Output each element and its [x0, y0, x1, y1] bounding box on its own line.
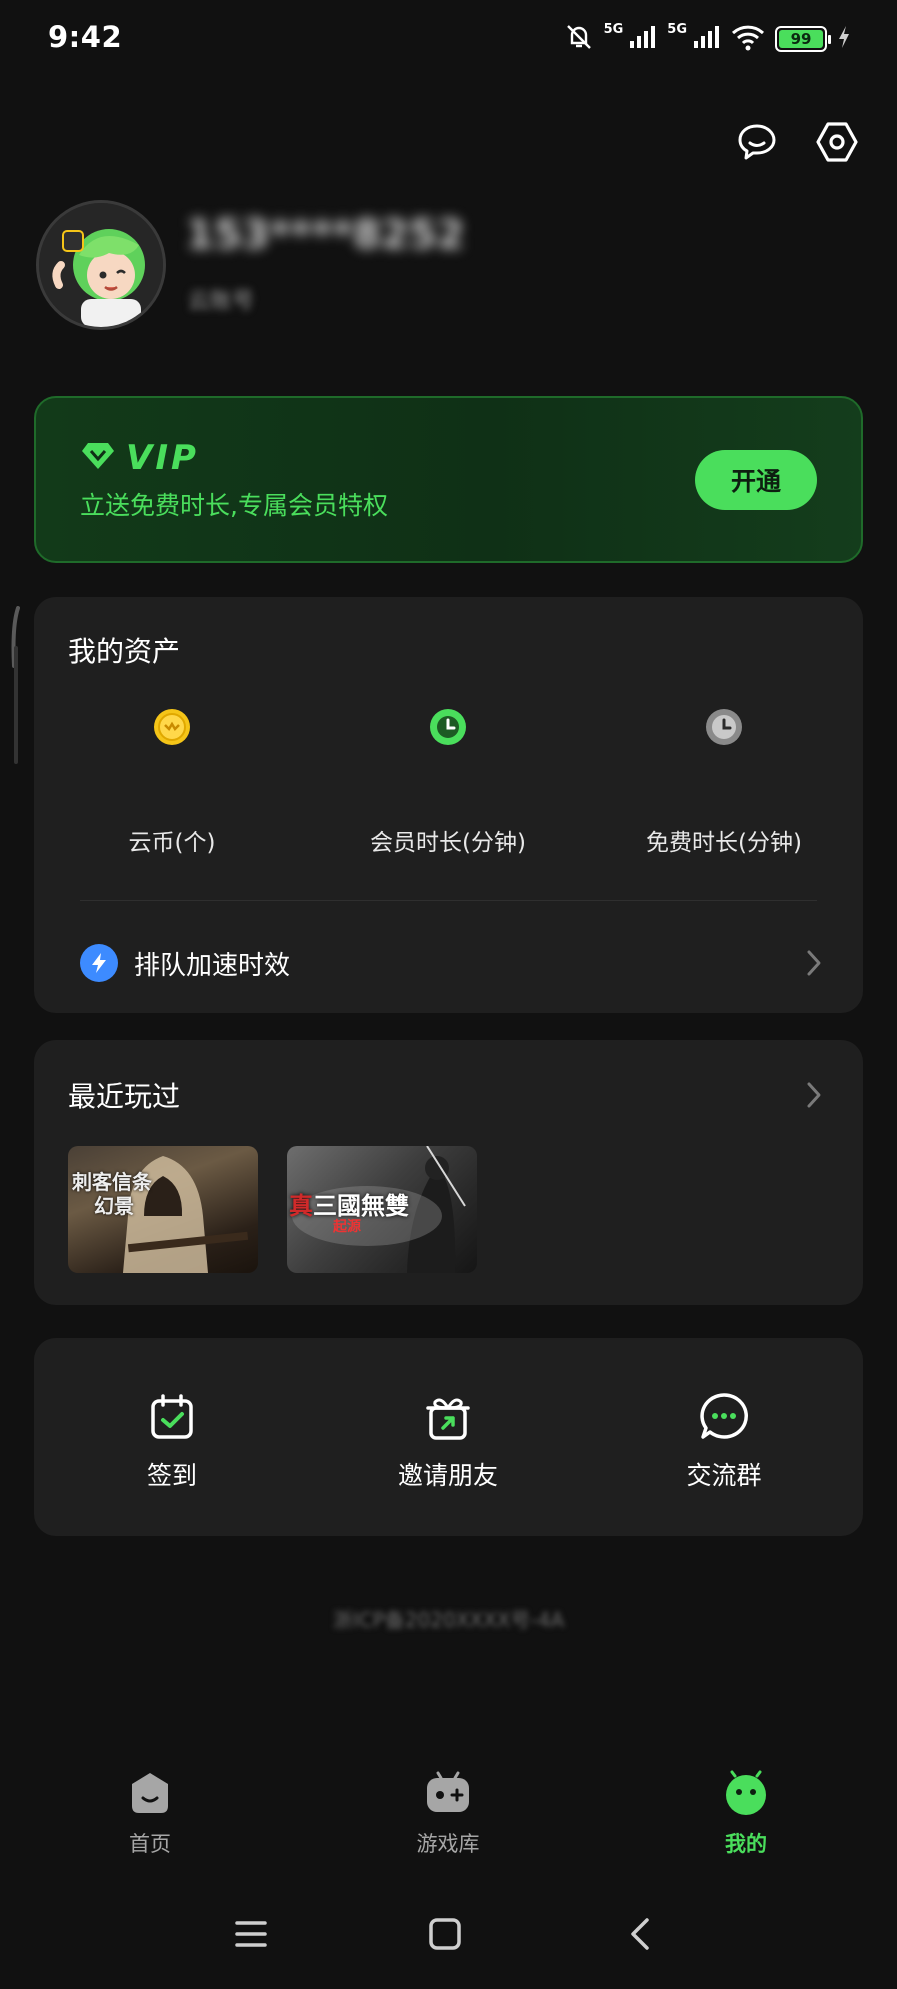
- status-time: 9:42: [48, 20, 123, 54]
- settings-hex-icon[interactable]: [813, 118, 861, 166]
- lightning-icon: [80, 944, 118, 982]
- recent-title: 最近玩过: [68, 1080, 181, 1113]
- bottom-tab-bar: 首页 游戏库 我的: [0, 1770, 897, 1880]
- queue-boost-row[interactable]: 排队加速时效: [80, 933, 829, 993]
- avatar[interactable]: [36, 200, 166, 330]
- mute-bell-icon: [564, 22, 594, 56]
- footer-note: 浙ICP备2020XXXX号-4A: [332, 1608, 565, 1632]
- gift-share-icon: [421, 1390, 475, 1444]
- home-square-icon[interactable]: [425, 1914, 465, 1954]
- shortcut-card: 签到 邀请朋友 交流群: [34, 1338, 863, 1536]
- game-thumbnail[interactable]: 真三國無雙 起源: [287, 1146, 477, 1273]
- game-thumbnail[interactable]: 刺客信条 幻景: [68, 1146, 258, 1273]
- vip-card[interactable]: VIP 立送免费时长,专属会员特权 开通: [34, 396, 863, 563]
- tab-label: 首页: [129, 1832, 171, 1856]
- shortcut-label: 交流群: [686, 1461, 762, 1490]
- charging-bolt-icon: [837, 25, 851, 53]
- edge-handle[interactable]: [10, 606, 20, 766]
- recent-header[interactable]: 最近玩过: [68, 1075, 829, 1115]
- user-subtitle: 云账号: [188, 289, 255, 314]
- member-clock-icon: [428, 707, 468, 747]
- shortcut-label: 邀请朋友: [397, 1461, 498, 1490]
- app-screen: 9:42 5G 5G 99 153****8252 云账号 VIP 立送免费时长…: [0, 0, 897, 1989]
- signal-icon: [693, 25, 721, 53]
- battery-level: 99: [779, 30, 823, 48]
- signal-icon: [629, 25, 657, 53]
- game-subtitle: 起源: [333, 1219, 361, 1235]
- divider: [80, 900, 817, 901]
- asset-member-time[interactable]: 会员时长(分钟): [310, 707, 586, 857]
- asset-label: 会员时长(分钟): [370, 830, 526, 856]
- checkin-button[interactable]: 签到: [72, 1390, 272, 1492]
- assets-title: 我的资产: [68, 635, 181, 668]
- chat-dots-icon: [697, 1390, 751, 1444]
- tab-home[interactable]: 首页: [70, 1770, 230, 1858]
- coin-icon: [152, 707, 192, 747]
- asset-label: 云币(个): [128, 830, 216, 856]
- network-label-2: 5G: [667, 21, 687, 37]
- shortcut-label: 签到: [146, 1461, 197, 1490]
- network-label-1: 5G: [603, 21, 624, 37]
- chevron-right-icon: [799, 948, 829, 978]
- battery-indicator: 99: [775, 26, 831, 52]
- vip-description: 立送免费时长,专属会员特权: [80, 491, 388, 520]
- game-title: 刺客信条 幻景: [72, 1170, 152, 1218]
- vip-title: VIP: [80, 438, 199, 478]
- wifi-icon: [731, 23, 765, 55]
- back-icon[interactable]: [620, 1914, 660, 1954]
- tab-label: 游戏库: [416, 1832, 480, 1856]
- asset-label: 免费时长(分钟): [646, 830, 802, 856]
- mine-face-icon: [723, 1770, 769, 1816]
- chat-bubble-icon[interactable]: [733, 118, 781, 166]
- system-nav-bar: [0, 1900, 897, 1970]
- menu-icon[interactable]: [231, 1914, 271, 1954]
- gamepad-icon: [425, 1770, 471, 1816]
- chevron-right-icon: [799, 1080, 829, 1110]
- asset-coins[interactable]: 云币(个): [34, 707, 310, 857]
- diamond-icon: [80, 441, 116, 475]
- status-icons: 5G 5G 99: [564, 22, 851, 56]
- status-bar: 9:42 5G 5G 99: [0, 0, 897, 80]
- vip-open-button[interactable]: 开通: [695, 450, 817, 510]
- user-name: 153****8252: [186, 212, 465, 258]
- free-clock-icon: [704, 707, 744, 747]
- tab-game-library[interactable]: 游戏库: [368, 1770, 528, 1858]
- top-actions: [733, 118, 861, 166]
- community-group-button[interactable]: 交流群: [624, 1390, 824, 1492]
- tab-label: 我的: [725, 1832, 767, 1856]
- home-icon: [127, 1770, 173, 1816]
- calendar-check-icon: [145, 1390, 199, 1444]
- queue-boost-label: 排队加速时效: [134, 950, 291, 981]
- asset-free-time[interactable]: 免费时长(分钟): [586, 707, 862, 857]
- tab-mine[interactable]: 我的: [666, 1770, 826, 1858]
- vip-title-text: VIP: [126, 438, 199, 478]
- recent-played-card: 最近玩过 刺客信条 幻景 真三國無雙 起源: [34, 1040, 863, 1305]
- assets-card: 我的资产 云币(个) 会员时长(分钟) 免费时长(分钟) 排队加速时效: [34, 597, 863, 1013]
- invite-friends-button[interactable]: 邀请朋友: [348, 1390, 548, 1492]
